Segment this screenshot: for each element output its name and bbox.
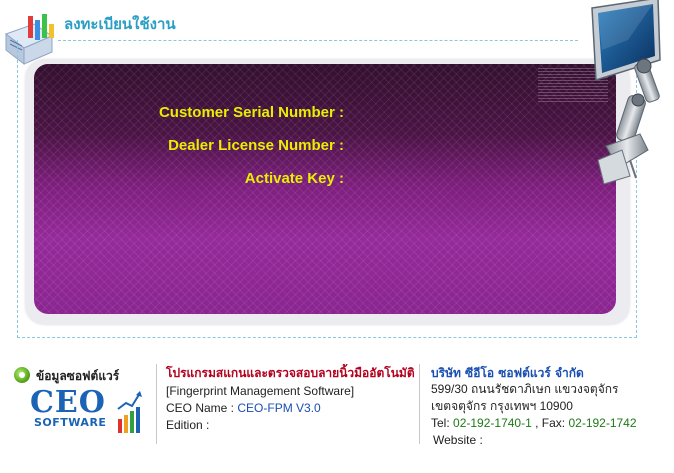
robot-monitor-icon bbox=[591, 0, 661, 185]
serial-number-label: Customer Serial Number : bbox=[158, 104, 344, 121]
serial-number-input[interactable] bbox=[354, 104, 604, 124]
registration-panel: Customer Serial Number : Dealer License … bbox=[34, 64, 616, 314]
logo-software-text: SOFTWARE bbox=[34, 416, 107, 429]
dealer-license-input[interactable] bbox=[354, 137, 604, 157]
logo-ceo-text: CEO bbox=[30, 385, 106, 420]
tel-value: 02-192-1740-1 bbox=[453, 416, 532, 430]
company-address-line2: เขตจตุจักร กรุงเทพฯ 10900 bbox=[431, 399, 573, 413]
ceo-name-label: CEO Name : bbox=[166, 401, 235, 415]
program-title: โปรแกรมสแกนและตรวจสอบลายนิ้วมืออัตโนมัติ bbox=[166, 366, 415, 380]
fax-label: , Fax: bbox=[535, 416, 566, 430]
company-contact-row: Tel: 02-192-1740-1 , Fax: 02-192-1742 bbox=[431, 415, 637, 431]
program-english-name: [Fingerprint Management Software] bbox=[166, 384, 355, 398]
footer-divider-2 bbox=[419, 364, 420, 444]
software-info-title: ข้อมูลซอฟต์แวร์ bbox=[36, 369, 120, 383]
info-bullet-icon bbox=[14, 367, 30, 383]
tel-label: Tel: bbox=[431, 416, 450, 430]
company-address-line1: 599/30 ถนนรัชดาภิเษก แขวงจตุจักร bbox=[431, 382, 619, 396]
edition-label: Edition : bbox=[166, 418, 210, 432]
footer-divider-1 bbox=[156, 364, 157, 444]
page-title: ลงทะเบียนใช้งาน bbox=[64, 15, 176, 33]
website-row: Website : bbox=[433, 432, 483, 448]
ceo-software-logo: CEO SOFTWARE bbox=[30, 385, 142, 435]
ceo-name-value: CEO-FPM V3.0 bbox=[237, 401, 321, 415]
activate-key-input[interactable] bbox=[354, 170, 604, 190]
website-label: Website : bbox=[433, 433, 483, 447]
edition-row: Edition : bbox=[166, 417, 209, 433]
fax-value: 02-192-1742 bbox=[568, 416, 637, 430]
activate-key-label: Activate Key : bbox=[244, 170, 344, 187]
ceo-name-row: CEO Name : CEO-FPM V3.0 bbox=[166, 400, 321, 416]
logo-bars-icon bbox=[117, 391, 142, 433]
dealer-license-label: Dealer License Number : bbox=[168, 137, 344, 154]
